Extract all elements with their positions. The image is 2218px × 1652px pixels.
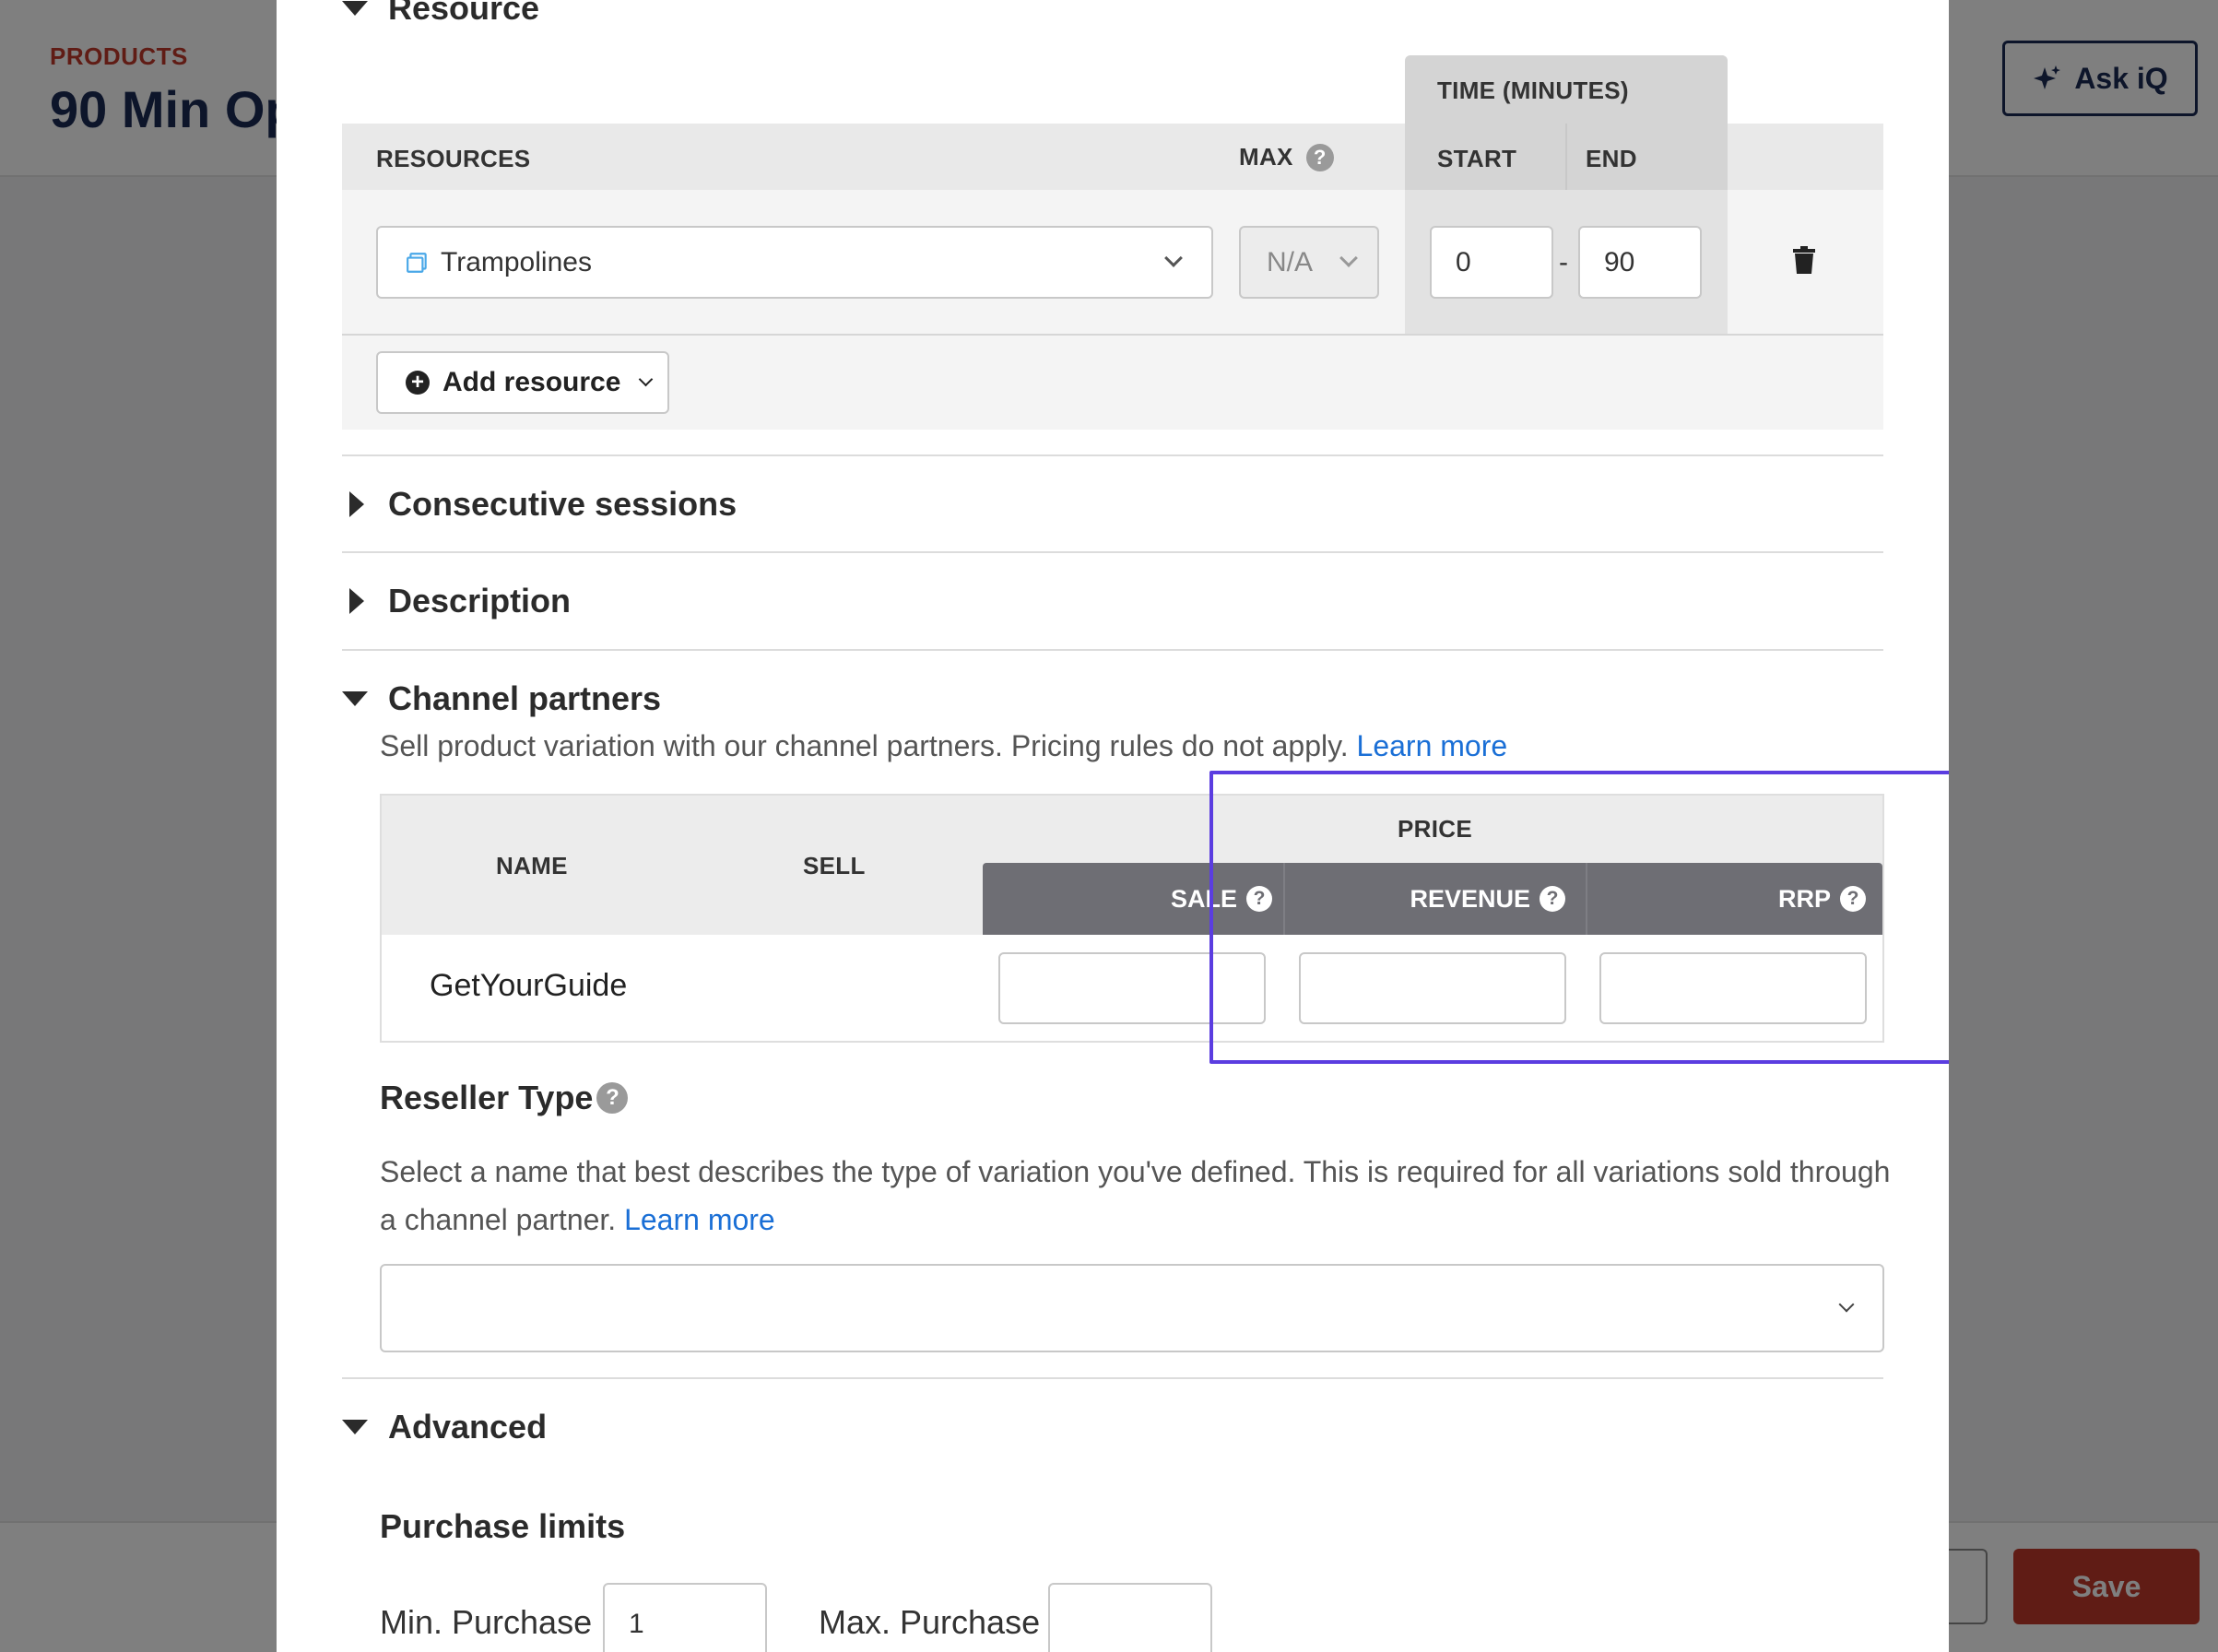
end-time-input[interactable]: 90 [1578,226,1702,299]
column-header-max: MAX ? [1239,143,1334,171]
start-time-input[interactable]: 0 [1430,226,1553,299]
max-purchase-input[interactable] [1048,1583,1212,1652]
row-divider [342,334,1883,336]
column-header-sell: SELL [803,852,866,879]
divider [342,551,1883,553]
section-title: Channel partners [388,679,662,717]
reseller-type-title: Reseller Type ? [380,1079,629,1117]
chevron-down-icon [1164,249,1183,267]
min-purchase-input[interactable]: 1 [603,1583,767,1652]
section-description-toggle[interactable]: Description [342,582,571,620]
section-advanced-toggle[interactable]: Advanced [342,1408,547,1446]
channel-partners-description: Sell product variation with our channel … [380,729,1507,763]
column-header-time: TIME (MINUTES) [1437,77,1629,104]
min-purchase-label: Min. Purchase [380,1603,593,1641]
chevron-down-icon [1339,249,1358,267]
resource-select[interactable]: Trampolines [376,226,1213,299]
section-title: Advanced [388,1408,548,1446]
resource-select-value: Trampolines [441,246,592,277]
max-purchase-label: Max. Purchase [819,1603,1041,1641]
chevron-down-icon [1838,1296,1855,1313]
learn-more-link[interactable]: Learn more [624,1203,775,1236]
column-header-end: END [1586,145,1637,172]
section-consecutive-toggle[interactable]: Consecutive sessions [342,485,737,524]
reseller-type-description: Select a name that best describes the ty… [380,1148,1892,1244]
help-icon[interactable]: ? [596,1082,629,1114]
divider [342,649,1883,651]
variation-modal: Resource RESOURCES MAX ? TIME (MINUTES) … [277,0,1949,1652]
caret-down-icon [342,1420,368,1434]
range-separator: - [1559,247,1569,277]
chevron-down-icon [639,372,654,386]
price-highlight-box [1209,771,1949,1064]
partner-name: GetYourGuide [430,968,628,1003]
add-resource-button[interactable]: + Add resource [376,351,669,414]
max-select[interactable]: N/A [1239,226,1379,299]
section-title: Resource [388,0,540,27]
caret-right-icon [349,491,364,517]
learn-more-link[interactable]: Learn more [1357,729,1508,762]
column-header-resources: RESOURCES [376,145,531,172]
column-header-start: START [1437,145,1517,172]
section-resource-toggle[interactable]: Resource [342,0,539,28]
reseller-type-select[interactable] [380,1264,1884,1352]
section-title: Consecutive sessions [388,485,737,523]
help-icon[interactable]: ? [1305,143,1334,171]
description-text: Sell product variation with our channel … [380,729,1349,762]
add-resource-label: Add resource [442,367,621,397]
caret-down-icon [342,691,368,706]
purchase-limits-title: Purchase limits [380,1507,626,1545]
caret-right-icon [349,588,364,614]
max-select-value: N/A [1267,246,1314,277]
column-header-max-label: MAX [1239,143,1293,171]
calendar-icon [407,252,427,273]
reseller-type-label: Reseller Type [380,1079,594,1116]
divider [342,1377,1883,1379]
description-text: Select a name that best describes the ty… [380,1155,1891,1236]
section-channel-partners-toggle[interactable]: Channel partners [342,679,661,718]
divider [342,454,1883,456]
caret-down-icon [342,1,368,16]
section-title: Description [388,582,572,620]
column-header-name: NAME [496,852,568,879]
plus-circle-icon: + [406,371,430,395]
trash-icon[interactable] [1792,246,1816,274]
column-divider [1565,124,1567,190]
